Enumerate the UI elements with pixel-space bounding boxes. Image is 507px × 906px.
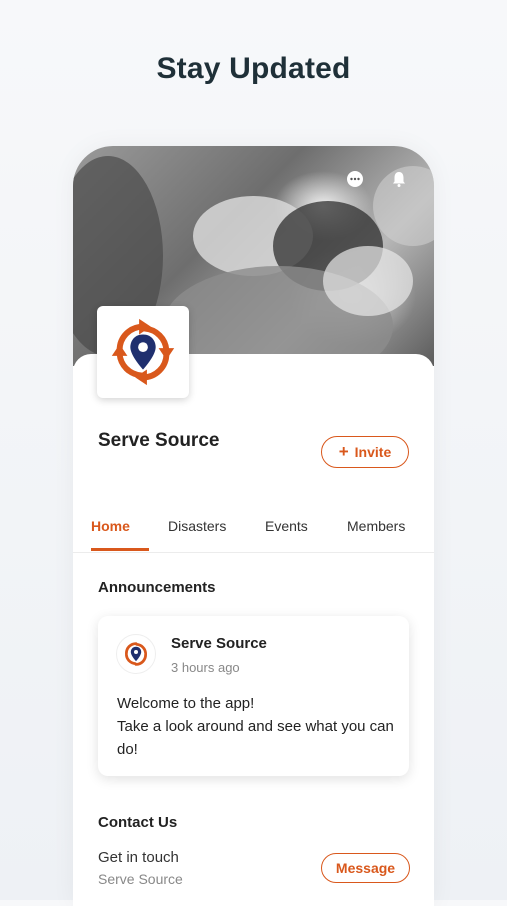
tab-events[interactable]: Events bbox=[265, 518, 308, 534]
post-author: Serve Source bbox=[171, 635, 267, 652]
tab-disasters[interactable]: Disasters bbox=[168, 518, 226, 534]
serve-source-logo-icon bbox=[111, 318, 175, 386]
plus-icon: + bbox=[338, 442, 349, 461]
page-headline: Stay Updated bbox=[156, 52, 351, 85]
group-name: Serve Source bbox=[98, 430, 220, 451]
invite-button-label: Invite bbox=[354, 444, 392, 460]
invite-button[interactable]: + Invite bbox=[321, 436, 409, 468]
tab-members[interactable]: Members bbox=[347, 518, 405, 534]
contact-org-name: Serve Source bbox=[98, 871, 183, 887]
tab-home[interactable]: Home bbox=[91, 518, 130, 534]
group-logo bbox=[97, 306, 189, 398]
post-body-line: Take a look around and see what you can … bbox=[117, 718, 394, 758]
contact-subtitle: Get in touch bbox=[98, 849, 179, 866]
contact-title: Contact Us bbox=[98, 814, 178, 831]
announcement-card[interactable]: Serve Source 3 hours ago Welcome to the … bbox=[98, 616, 409, 776]
post-body-line: Welcome to the app! bbox=[117, 695, 255, 712]
message-button[interactable]: Message bbox=[321, 853, 410, 883]
phone-frame: Serve Source + Invite Home Disasters Eve… bbox=[73, 146, 434, 906]
post-body: Welcome to the app! Take a look around a… bbox=[117, 692, 397, 761]
announcements-title: Announcements bbox=[98, 579, 216, 596]
serve-source-logo-icon bbox=[125, 642, 147, 666]
tab-bar: Home Disasters Events Members bbox=[73, 506, 434, 553]
bell-icon[interactable] bbox=[389, 169, 409, 189]
active-tab-indicator bbox=[91, 548, 149, 551]
chat-bubble-icon[interactable] bbox=[345, 169, 365, 189]
avatar bbox=[116, 634, 156, 674]
post-timestamp: 3 hours ago bbox=[171, 660, 240, 675]
